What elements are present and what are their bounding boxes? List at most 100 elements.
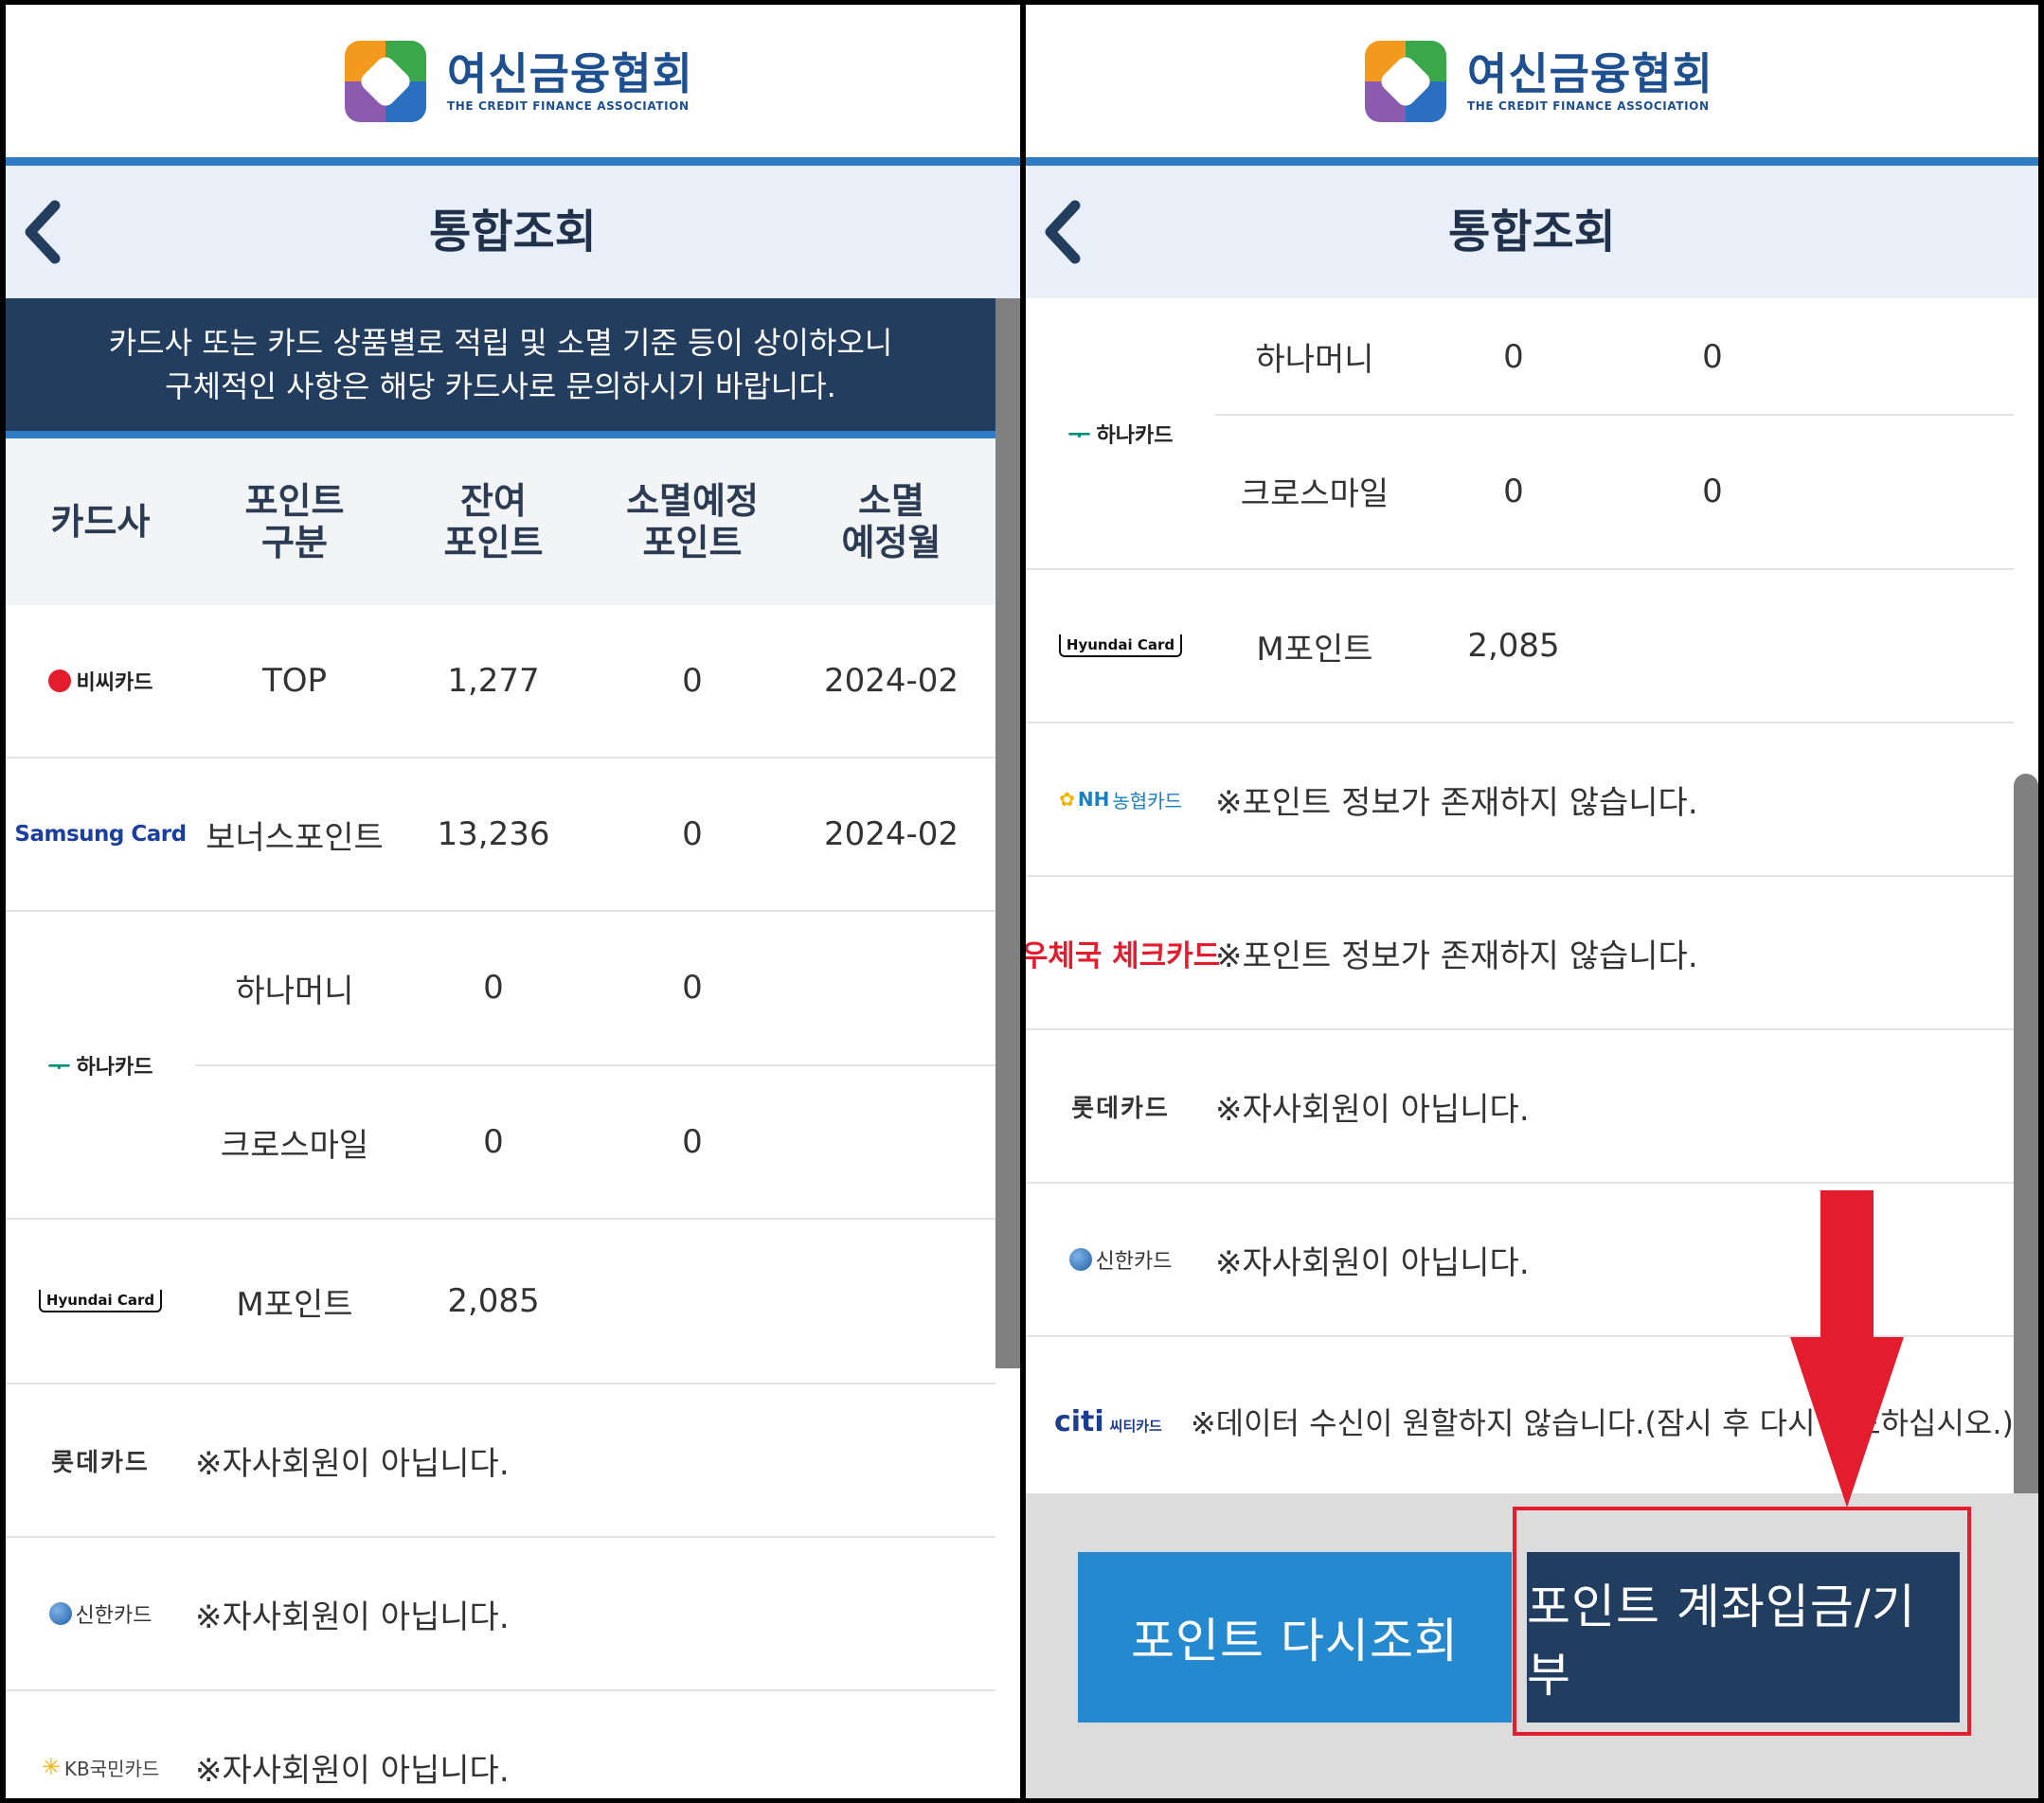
lotte-card-logo: 롯데카드 — [1071, 1094, 1170, 1123]
title-bar: 통합조회 — [6, 166, 1020, 298]
header-remaining-points: 잔여 포인트 — [443, 480, 544, 563]
remaining-points: 2,085 — [447, 1282, 540, 1320]
table-row-hyundai: Hyundai Card M포인트 2,085 — [1026, 570, 2014, 723]
brand-cell: ᅮ 하나카드 — [1026, 416, 1215, 451]
hana-logo-icon: ᅮ — [47, 1053, 71, 1081]
hana-logo-icon: ᅮ — [1067, 421, 1091, 450]
logo-mark-icon — [345, 41, 426, 122]
expiring-points: 0 — [682, 662, 703, 700]
point-type: TOP — [261, 662, 328, 700]
scrollbar-thumb[interactable] — [2014, 774, 2038, 1522]
hana-subrow-1: 하나머니 0 0 — [195, 912, 995, 1064]
notice-banner: 카드사 또는 카드 상품별로 적립 및 소멸 기준 등이 상이하오니 구체적인 … — [6, 298, 995, 438]
table-row-hyundai: Hyundai Card M포인트 2,085 — [6, 1220, 995, 1384]
brand-cell: 신한카드 — [6, 1598, 195, 1629]
brand-cell: ✿ NH 농협카드 — [1026, 786, 1215, 813]
bottom-action-bar: 포인트 다시조회 포인트 계좌입금/기부 — [1026, 1493, 2038, 1798]
hana-card-logo: ᅮ 하나카드 — [1068, 416, 1174, 451]
hana-subrow-2: 크로스마일 0 0 — [1215, 413, 2014, 567]
app-header: 여신금융협회 THE CREDIT FINANCE ASSOCIATION — [6, 5, 1020, 166]
point-type: 보너스포인트 — [206, 818, 384, 857]
logo-korean-text: 여신금융협회 — [447, 48, 693, 99]
expiring-points: 0 — [682, 1123, 703, 1161]
brand-cell: citi 씨티카드 — [1026, 1405, 1191, 1438]
table-row-kb: ✳ KB국민카드 ※자사회원이 아닙니다. — [6, 1691, 995, 1798]
bc-logo-icon — [47, 669, 71, 692]
logo-mark-icon — [1365, 41, 1446, 122]
shinhan-logo-icon — [1068, 1248, 1092, 1271]
brand-cell: ᅮ 하나카드 — [6, 1047, 195, 1082]
table-row-bc: 비씨카드 TOP 1,277 0 2024-02 — [6, 605, 995, 759]
scrollbar-thumb[interactable] — [995, 298, 1020, 1368]
point-type: 하나머니 — [1255, 341, 1374, 379]
remaining-points: 1,277 — [447, 662, 540, 700]
red-arrow-annotation-icon — [1790, 1190, 1904, 1508]
brand-cell: 신한카드 — [1026, 1244, 1215, 1275]
hyundai-card-logo: Hyundai Card — [1058, 634, 1183, 657]
remaining-points: 0 — [1503, 337, 1524, 376]
lotte-card-logo: 롯데카드 — [51, 1448, 150, 1477]
logo-english-text: THE CREDIT FINANCE ASSOCIATION — [1467, 99, 1710, 113]
remaining-points: 2,085 — [1467, 627, 1560, 665]
remaining-points: 13,236 — [437, 815, 550, 853]
point-type: M포인트 — [1256, 630, 1373, 669]
table-row-nh: ✿ NH 농협카드 ※포인트 정보가 존재하지 않습니다. — [1026, 723, 2014, 877]
remaining-points: 0 — [483, 969, 504, 1007]
table-header: 카드사 포인트 구분 잔여 포인트 소멸예정 포인트 소멸 예정월 — [6, 438, 995, 605]
point-refresh-button[interactable]: 포인트 다시조회 — [1078, 1552, 1512, 1723]
hyundai-card-logo: Hyundai Card — [38, 1290, 163, 1312]
logo-english-text: THE CREDIT FINANCE ASSOCIATION — [447, 99, 690, 113]
status-message: ※자사회원이 아닙니다. — [195, 1751, 510, 1790]
right-screenshot-panel: 여신금융협회 THE CREDIT FINANCE ASSOCIATION 통합… — [1026, 5, 2038, 1798]
title-bar: 통합조회 — [1026, 166, 2038, 298]
back-chevron-icon[interactable] — [1035, 194, 1102, 270]
expiring-points: 0 — [1702, 472, 1723, 510]
brand-cell: ✳ KB국민카드 — [6, 1754, 195, 1781]
status-message: ※자사회원이 아닙니다. — [1215, 1090, 1530, 1129]
header-card-company: 카드사 — [50, 501, 151, 543]
notice-line-2: 구체적인 사항은 해당 카드사로 문의하시기 바랍니다. — [165, 368, 836, 404]
expiring-points: 0 — [682, 815, 703, 853]
association-logo: 여신금융협회 THE CREDIT FINANCE ASSOCIATION — [345, 41, 693, 122]
point-type: 크로스마일 — [220, 1126, 369, 1165]
back-chevron-icon[interactable] — [15, 194, 81, 270]
post-check-card-logo: 우체국 체크카드 — [1026, 938, 1221, 973]
nh-logo-icon: ✿ — [1059, 788, 1075, 811]
header-expiry-month: 소멸 예정월 — [841, 480, 941, 563]
table-row-post: 우체국 체크카드 ※포인트 정보가 존재하지 않습니다. — [1026, 877, 2014, 1030]
brand-cell: 비씨카드 — [6, 666, 195, 696]
point-type: 하나머니 — [235, 972, 354, 1010]
status-message: ※포인트 정보가 존재하지 않습니다. — [1215, 783, 1698, 822]
hana-subrows: 하나머니 0 0 크로스마일 0 0 — [1215, 300, 2014, 567]
highlight-annotation-box — [1513, 1507, 1971, 1736]
bc-card-logo: 비씨카드 — [47, 666, 152, 696]
point-type: 크로스마일 — [1240, 475, 1390, 513]
brand-cell: 롯데카드 — [1026, 1089, 1215, 1124]
status-message: ※자사회원이 아닙니다. — [195, 1444, 510, 1483]
table-row-lotte: 롯데카드 ※자사회원이 아닙니다. — [6, 1384, 995, 1538]
table-row-lotte: 롯데카드 ※자사회원이 아닙니다. — [1026, 1030, 2014, 1184]
hana-card-logo: ᅮ 하나카드 — [48, 1047, 153, 1082]
brand-cell: 우체국 체크카드 — [1026, 932, 1220, 974]
expiry-month: 2024-02 — [823, 815, 959, 853]
table-row-hana: ᅮ 하나카드 하나머니 0 0 크로스마일 0 0 — [1026, 298, 2014, 570]
samsung-card-logo: Samsung Card — [14, 822, 187, 847]
brand-cell: Hyundai Card — [1026, 634, 1215, 657]
shinhan-card-logo: 신한카드 — [48, 1598, 152, 1629]
kb-card-logo: ✳ KB국민카드 — [41, 1754, 160, 1780]
table-row-hana: ᅮ 하나카드 하나머니 0 0 크로스마일 0 0 — [6, 912, 995, 1220]
brand-cell: 롯데카드 — [6, 1443, 195, 1478]
app-header: 여신금융협회 THE CREDIT FINANCE ASSOCIATION — [1026, 5, 2038, 166]
citi-card-logo: citi 씨티카드 — [1053, 1404, 1162, 1438]
status-message: ※자사회원이 아닙니다. — [195, 1598, 510, 1636]
nh-card-logo: ✿ NH 농협카드 — [1059, 788, 1182, 812]
header-expiring-points: 소멸예정 포인트 — [626, 480, 759, 563]
expiring-points: 0 — [1702, 337, 1723, 376]
shinhan-card-logo: 신한카드 — [1068, 1244, 1172, 1275]
remaining-points: 0 — [1503, 472, 1524, 510]
status-message: ※포인트 정보가 존재하지 않습니다. — [1215, 937, 1698, 975]
header-point-type: 포인트 구분 — [244, 480, 345, 563]
kb-logo-icon: ✳ — [41, 1754, 61, 1780]
logo-korean-text: 여신금융협회 — [1467, 48, 1713, 99]
hana-subrow-1: 하나머니 0 0 — [1215, 300, 2014, 414]
